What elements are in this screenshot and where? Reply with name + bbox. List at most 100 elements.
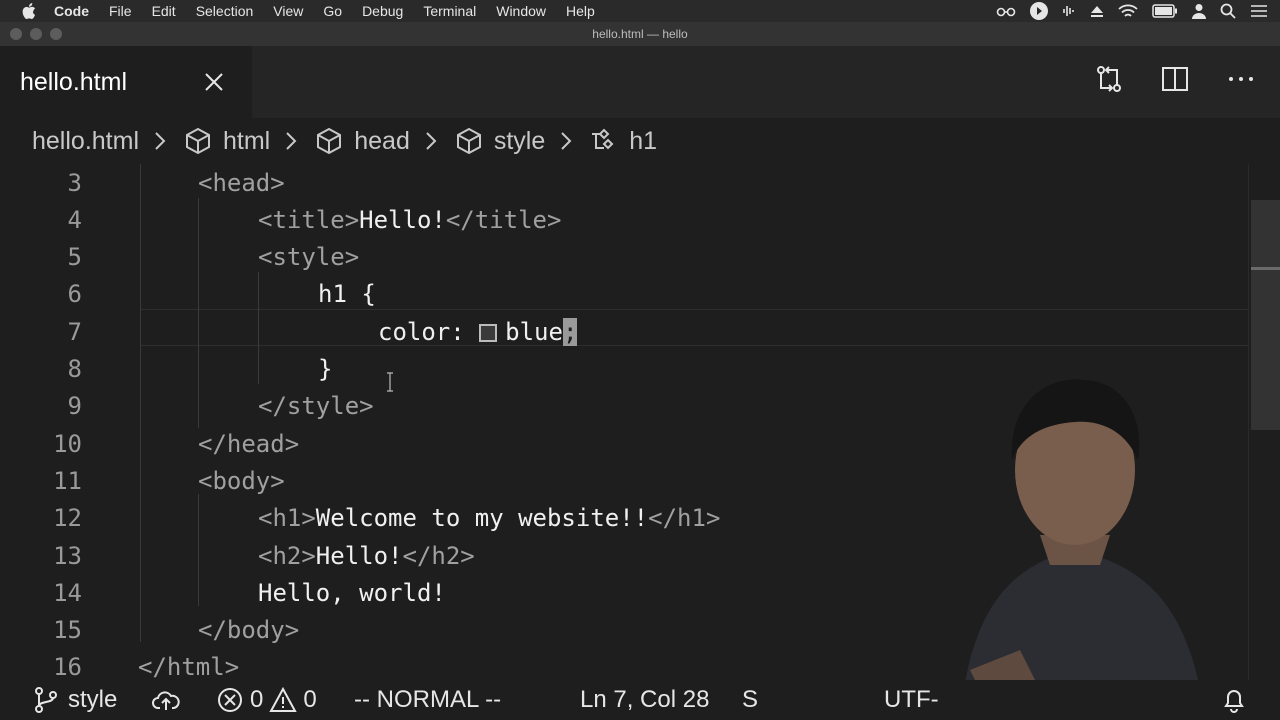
code-text: blue bbox=[505, 317, 563, 346]
html-tag: <title> bbox=[258, 205, 360, 234]
vim-mode: -- NORMAL -- bbox=[354, 686, 502, 713]
macos-menubar: Code File Edit Selection View Go Debug T… bbox=[0, 0, 1280, 22]
git-branch-icon bbox=[35, 687, 57, 713]
block-cursor: ; bbox=[562, 317, 578, 346]
html-tag: </h1> bbox=[648, 504, 721, 533]
breadcrumb-label: html bbox=[223, 126, 271, 155]
menu-view[interactable]: View bbox=[273, 3, 303, 19]
breadcrumb-file[interactable]: hello.html bbox=[32, 127, 139, 156]
line-number: 7 bbox=[67, 317, 82, 346]
code-line[interactable]: 5 <style> bbox=[0, 239, 1248, 276]
audio-wave-icon[interactable] bbox=[1062, 3, 1076, 19]
code-text: h1 { bbox=[318, 280, 376, 309]
open-changes-icon[interactable] bbox=[1094, 64, 1124, 94]
code-line[interactable]: 7 color: blue; bbox=[0, 313, 1248, 350]
indentation-status[interactable]: S bbox=[742, 686, 758, 714]
code-text: Hello! bbox=[315, 541, 403, 570]
code-content: } bbox=[318, 355, 332, 383]
menu-file[interactable]: File bbox=[109, 3, 132, 19]
eject-icon[interactable] bbox=[1090, 4, 1104, 18]
breadcrumb-label: head bbox=[354, 126, 410, 155]
html-tag: </title> bbox=[445, 205, 562, 234]
menu-edit[interactable]: Edit bbox=[152, 3, 176, 19]
code-content: color: blue; bbox=[378, 317, 578, 346]
code-text: color: bbox=[378, 317, 480, 346]
breadcrumb-label: h1 bbox=[629, 126, 658, 155]
menu-help[interactable]: Help bbox=[566, 3, 595, 19]
tab-hello-html[interactable]: hello.html bbox=[0, 46, 252, 118]
breadcrumb-html[interactable]: html bbox=[183, 126, 270, 156]
html-tag: </h2> bbox=[402, 541, 475, 570]
play-circle-icon[interactable] bbox=[1030, 2, 1048, 20]
cube-icon bbox=[456, 127, 481, 155]
text-cursor-icon bbox=[387, 372, 393, 392]
sync-status[interactable] bbox=[152, 686, 180, 714]
code-text: Hello! bbox=[359, 205, 446, 234]
presenter-video-overlay bbox=[960, 379, 1205, 720]
code-content: <h2>Hello!</h2> bbox=[258, 542, 475, 570]
more-actions-icon[interactable] bbox=[1226, 64, 1256, 94]
cursor-position[interactable]: Ln 7, Col 28 bbox=[580, 686, 709, 714]
color-swatch-icon[interactable] bbox=[479, 323, 498, 342]
breadcrumb-label: hello.html bbox=[32, 126, 139, 155]
code-content: </html> bbox=[138, 653, 239, 680]
warning-count: 0 bbox=[303, 686, 317, 713]
glasses-icon[interactable] bbox=[996, 5, 1016, 17]
menu-debug[interactable]: Debug bbox=[362, 3, 403, 19]
code-line[interactable]: 4 <title>Hello!</title> bbox=[0, 201, 1248, 238]
wifi-icon[interactable] bbox=[1118, 3, 1138, 19]
encoding-status[interactable]: UTF- bbox=[884, 686, 939, 714]
close-icon[interactable] bbox=[200, 68, 228, 96]
line-number: 6 bbox=[67, 280, 82, 309]
editor-scrollbar[interactable] bbox=[1248, 164, 1280, 680]
breadcrumb-h1[interactable]: h1 bbox=[589, 126, 657, 156]
line-number: 8 bbox=[67, 355, 82, 383]
breadcrumb-label: style bbox=[493, 126, 546, 155]
code-content: Hello, world! bbox=[258, 579, 446, 607]
code-content: <head> bbox=[198, 169, 285, 197]
user-icon[interactable] bbox=[1192, 3, 1206, 19]
apple-logo-icon[interactable] bbox=[18, 0, 40, 22]
error-icon bbox=[218, 688, 242, 712]
control-center-icon[interactable] bbox=[1250, 4, 1268, 18]
problems-status[interactable]: 0 0 bbox=[216, 686, 317, 714]
code-content: <title>Hello!</title> bbox=[258, 206, 561, 234]
menu-go[interactable]: Go bbox=[323, 3, 342, 19]
split-editor-icon[interactable] bbox=[1160, 64, 1190, 94]
line-number: 15 bbox=[53, 616, 82, 645]
battery-icon[interactable] bbox=[1152, 4, 1178, 18]
line-number: 5 bbox=[67, 243, 82, 272]
search-icon[interactable] bbox=[1220, 3, 1236, 19]
window-titlebar: hello.html — hello bbox=[0, 22, 1280, 46]
tab-bar: hello.html bbox=[0, 46, 1280, 118]
code-line[interactable]: 6 h1 { bbox=[0, 276, 1248, 313]
menu-terminal[interactable]: Terminal bbox=[423, 3, 476, 19]
tab-label: hello.html bbox=[20, 67, 127, 96]
code-text: } bbox=[318, 355, 333, 383]
scrollbar-thumb[interactable] bbox=[1251, 200, 1280, 430]
code-line[interactable]: 3 <head> bbox=[0, 164, 1248, 201]
breadcrumb-head[interactable]: head bbox=[314, 126, 410, 156]
html-tag: <style> bbox=[258, 243, 360, 272]
menu-app-name[interactable]: Code bbox=[54, 3, 89, 19]
code-content: </body> bbox=[198, 616, 299, 644]
html-tag: </body> bbox=[198, 616, 300, 645]
chevron-right-icon bbox=[286, 132, 297, 150]
line-number: 16 bbox=[53, 653, 82, 680]
line-number: 11 bbox=[53, 466, 82, 495]
breadcrumb: hello.html html head style h1 bbox=[0, 118, 1280, 164]
line-number: 9 bbox=[67, 392, 82, 421]
html-tag: <head> bbox=[198, 168, 285, 197]
bell-icon[interactable] bbox=[1220, 686, 1248, 714]
warning-icon bbox=[269, 686, 298, 712]
branch-name: style bbox=[68, 686, 118, 713]
html-tag: <h2> bbox=[258, 541, 316, 570]
menu-window[interactable]: Window bbox=[496, 3, 546, 19]
breadcrumb-style[interactable]: style bbox=[454, 126, 545, 156]
branch-status[interactable]: style bbox=[32, 686, 117, 714]
html-tag: <body> bbox=[198, 466, 285, 495]
code-text: Hello, world! bbox=[258, 578, 446, 607]
code-content: h1 { bbox=[318, 280, 376, 308]
menu-selection[interactable]: Selection bbox=[196, 3, 254, 19]
code-text: Welcome to my website!! bbox=[315, 504, 649, 533]
